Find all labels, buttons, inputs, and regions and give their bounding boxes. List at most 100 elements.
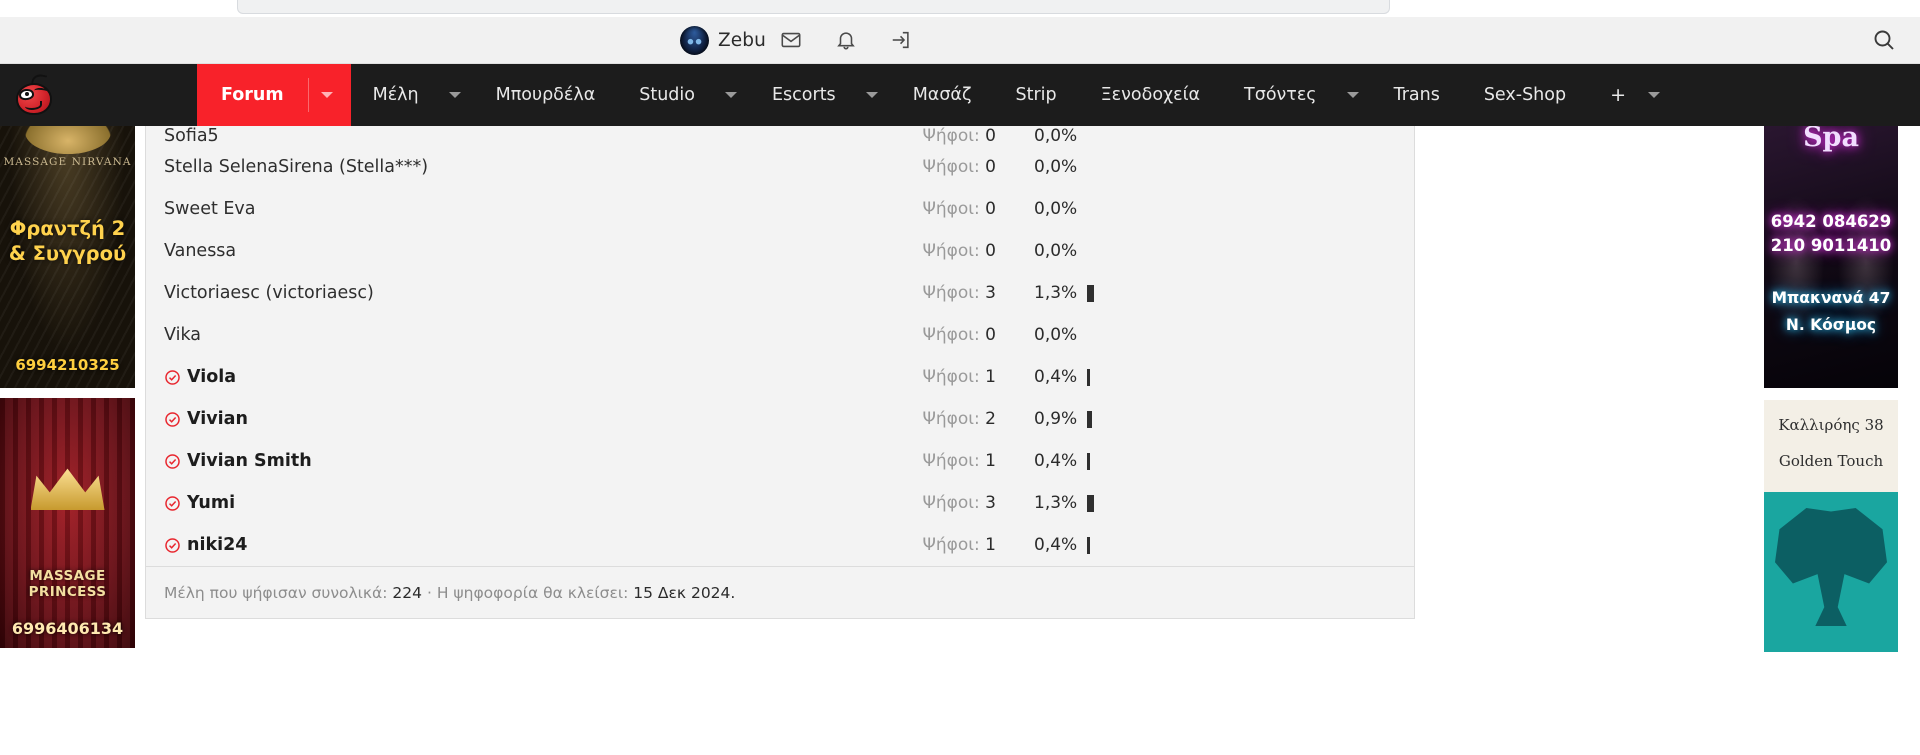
poll-percent-label: 0,0%: [1034, 157, 1078, 177]
poll-percent-bar: [1087, 536, 1090, 554]
poll-votes-value: 1: [985, 367, 996, 387]
poll-votes-label: Ψήφοι:: [922, 283, 980, 303]
poll-footer: Μέλη που ψήφισαν συνολικά: 224 · Η ψηφοφ…: [146, 566, 1414, 618]
poll-votes-cell: Ψήφοι: 0: [826, 126, 997, 146]
golden-touch-ad[interactable]: Καλλιρόης 38 Golden Touch: [1764, 400, 1898, 652]
poll-votes-label: Ψήφοι:: [922, 493, 980, 513]
ad-line-1: Καλλιρόης 38: [1778, 416, 1884, 434]
poll-option-label: Yumi: [187, 493, 236, 513]
poll-option-row: niki24 Ψήφοι: 1 0,4%: [146, 524, 1414, 566]
poll-option-label: Sweet Eva: [164, 199, 256, 219]
poll-close-value: 15 Δεκ 2024.: [633, 583, 736, 602]
ad-brand-label: Spa: [1803, 126, 1859, 153]
nav-item-label: Forum: [221, 85, 284, 105]
poll-option-row: Victoriaesc (victoriaesc) Ψήφοι: 3 1,3%: [146, 272, 1414, 314]
user-bar: Zebu: [0, 17, 1920, 64]
poll-option-name-cell: Yumi: [164, 493, 826, 513]
poll-option-row: Vivian Ψήφοι: 2 0,9%: [146, 398, 1414, 440]
main-navigation: Forum Μέλη Μπουρδέλα Studio Escorts Μασάζ Stri…: [0, 64, 1920, 126]
ad-texture: [0, 398, 135, 648]
left-ad-rail: MASSAGE NIRVANA Φραντζή 2 & Συγγρού 6994…: [0, 126, 135, 755]
poll-votes-value: 0: [985, 241, 996, 261]
chevron-down-icon[interactable]: [858, 64, 891, 126]
search-icon[interactable]: [1870, 26, 1898, 54]
poll-percent-cell: 0,0%: [996, 325, 1396, 345]
poll-votes-value: 3: [985, 283, 996, 303]
poll-percent-label: 1,3%: [1034, 493, 1078, 513]
nav-item-trans[interactable]: Trans: [1372, 64, 1462, 126]
nav-item-label: Μασάζ: [912, 85, 972, 105]
poll-option-row: Vivian Smith Ψήφοι: 1 0,4%: [146, 440, 1414, 482]
chevron-down-icon[interactable]: [441, 64, 474, 126]
nav-item-studio[interactable]: Studio: [617, 64, 717, 126]
poll-footer-separator: ·: [426, 583, 432, 602]
poll-option-name-cell: Vivian: [164, 409, 826, 429]
poll-percent-label: 0,0%: [1034, 325, 1078, 345]
nav-item-escorts[interactable]: Escorts: [750, 64, 858, 126]
ad-address-1: Μπακνανά 47: [1771, 289, 1891, 307]
nav-item-strip[interactable]: Strip: [993, 64, 1078, 126]
poll-option-name-cell: niki24: [164, 535, 826, 555]
poll-option-name-cell: Sweet Eva: [164, 199, 826, 219]
nav-item--[interactable]: Ξενοδοχεία: [1079, 64, 1222, 126]
poll-votes-value: 1: [985, 535, 996, 555]
massage-nirvana-ad[interactable]: MASSAGE NIRVANA Φραντζή 2 & Συγγρού 6994…: [0, 126, 135, 388]
nav-item-label: Strip: [1015, 85, 1057, 105]
check-circle-icon: [164, 453, 181, 470]
poll-votes-label: Ψήφοι:: [922, 199, 980, 219]
poll-votes-cell: Ψήφοι: 1: [826, 535, 997, 555]
ad-phone: 6994210325: [15, 356, 120, 374]
poll-option-label: Vanessa: [164, 241, 237, 261]
cherry-mascot-logo: [14, 72, 58, 116]
check-circle-icon: [164, 537, 181, 554]
nav-item-sex-shop[interactable]: Sex-Shop: [1462, 64, 1588, 126]
chevron-down-icon[interactable]: [1640, 64, 1673, 126]
poll-votes-cell: Ψήφοι: 3: [826, 493, 997, 513]
chevron-down-icon[interactable]: [1339, 64, 1372, 126]
user-bar-icons: [778, 27, 914, 53]
poll-option-label: niki24: [187, 535, 248, 555]
poll-percent-label: 0,4%: [1034, 535, 1078, 555]
chevron-down-icon[interactable]: [307, 64, 351, 126]
ad-headline-line1: Φραντζή 2: [9, 217, 126, 240]
poll-option-label: Victoriaesc (victoriaesc): [164, 283, 374, 303]
site-logo[interactable]: [0, 64, 197, 126]
poll-option-label: Vika: [164, 325, 201, 345]
nav-item--[interactable]: Μπουρδέλα: [474, 64, 618, 126]
check-circle-icon: [164, 369, 181, 386]
poll-votes-label: Ψήφοι:: [922, 409, 980, 429]
poll-votes-label: Ψήφοι:: [922, 126, 980, 146]
poll-percent-cell: 0,9%: [996, 409, 1396, 429]
poll-percent-cell: 0,4%: [996, 451, 1396, 471]
nav-more-button[interactable]: +: [1588, 64, 1640, 126]
spa-ad[interactable]: Spa 6942 084629 210 9011410 Μπακνανά 47 …: [1764, 126, 1898, 388]
nav-item-label: Ξενοδοχεία: [1100, 85, 1201, 105]
poll-percent-bar: [1087, 410, 1092, 428]
poll-votes-value: 0: [985, 126, 996, 146]
poll-option-name-cell: Vika: [164, 325, 826, 345]
bell-icon[interactable]: [833, 27, 859, 53]
poll-results-card: Sofia5 Ψήφοι: 0 0,0% Stella SelenaSirena (S…: [145, 126, 1415, 619]
logout-icon[interactable]: [888, 27, 914, 53]
nav-item-label: Μέλη: [372, 85, 419, 105]
nav-item--[interactable]: Μέλη: [351, 64, 441, 126]
poll-percent-bar: [1087, 452, 1090, 470]
massage-princess-ad[interactable]: MASSAGE PRINCESS 6996406134: [0, 398, 135, 648]
butterfly-icon: [1775, 508, 1887, 626]
poll-percent-cell: 0,0%: [996, 241, 1396, 261]
avatar: [680, 25, 709, 55]
nav-item-forum[interactable]: Forum: [197, 64, 308, 126]
poll-total-value: 224: [392, 583, 422, 602]
chevron-down-icon[interactable]: [717, 64, 750, 126]
poll-percent-cell: 1,3%: [996, 283, 1396, 303]
poll-percent-bar: [1087, 368, 1090, 386]
account-menu[interactable]: Zebu: [680, 17, 766, 63]
poll-option-name-cell: Vanessa: [164, 241, 826, 261]
nav-item-label: Studio: [639, 85, 695, 105]
poll-option-name-cell: Victoriaesc (victoriaesc): [164, 283, 826, 303]
nav-item--[interactable]: Τσόντες: [1222, 64, 1339, 126]
envelope-icon[interactable]: [778, 27, 804, 53]
nav-item--[interactable]: Μασάζ: [891, 64, 994, 126]
poll-percent-cell: 0,4%: [996, 535, 1396, 555]
poll-option-list: Sofia5 Ψήφοι: 0 0,0% Stella SelenaSirena (S…: [146, 126, 1414, 566]
